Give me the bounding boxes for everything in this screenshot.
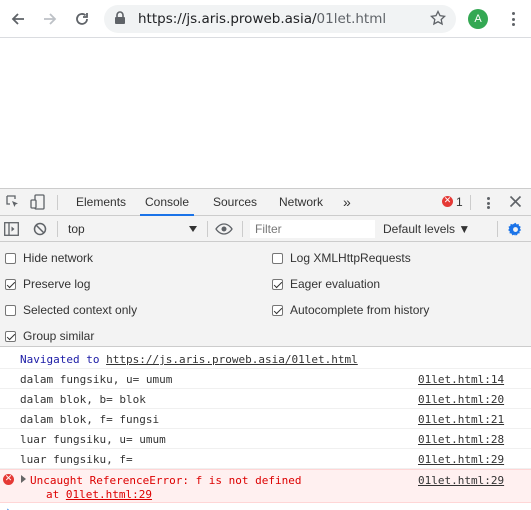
tab-elements[interactable]: Elements [76, 189, 126, 216]
more-tabs-button[interactable]: » [343, 189, 351, 216]
expand-arrow-icon[interactable] [21, 475, 26, 483]
source-link[interactable]: 01let.html:20 [418, 393, 504, 406]
eye-icon[interactable] [215, 223, 233, 238]
preserve-log-option[interactable]: Preserve log [5, 275, 90, 293]
navigated-url-link[interactable]: https://js.aris.proweb.asia/01let.html [106, 353, 358, 366]
group-similar-checkbox[interactable] [5, 330, 16, 342]
menu-icon[interactable] [505, 9, 521, 29]
devtools-tabbar: Elements Console Sources Network » ✕ 1 [0, 189, 531, 216]
hide-network-option[interactable]: Hide network [5, 249, 93, 267]
source-link[interactable]: 01let.html:29 [418, 453, 504, 466]
source-link[interactable]: 01let.html:21 [418, 413, 504, 426]
log-xmlhttp-checkbox[interactable] [272, 252, 283, 264]
back-icon[interactable] [6, 7, 30, 31]
error-count[interactable]: 1 [456, 195, 463, 209]
reload-icon[interactable] [70, 7, 94, 31]
selected-context-option[interactable]: Selected context only [5, 301, 137, 319]
stack-trace-link[interactable]: 01let.html:29 [66, 488, 152, 501]
console-settings: Hide network Preserve log Selected conte… [0, 242, 531, 347]
list-item: dalam blok, b= blok 01let.html:20 [0, 389, 531, 409]
selected-context-checkbox[interactable] [5, 304, 16, 316]
forward-icon[interactable] [38, 7, 62, 31]
hide-network-checkbox[interactable] [5, 252, 16, 264]
source-link[interactable]: 01let.html:28 [418, 433, 504, 446]
avatar[interactable]: A [468, 9, 488, 29]
autocomplete-checkbox[interactable] [272, 304, 283, 316]
autocomplete-option[interactable]: Autocomplete from history [272, 301, 429, 319]
error-icon: ✕ [3, 474, 14, 485]
context-selector[interactable]: top [62, 216, 202, 242]
tab-console[interactable]: Console [140, 189, 194, 216]
tab-sources[interactable]: Sources [213, 189, 257, 216]
eager-eval-option[interactable]: Eager evaluation [272, 275, 380, 293]
devtools-menu-icon[interactable] [485, 195, 491, 211]
group-similar-option[interactable]: Group similar [5, 327, 94, 345]
list-item: luar fungsiku, u= umum 01let.html:28 [0, 429, 531, 449]
console-prompt[interactable]: › [0, 504, 531, 510]
source-link[interactable]: 01let.html:14 [418, 373, 504, 386]
error-message: ✕ Uncaught ReferenceError: f is not defi… [0, 469, 531, 503]
error-count-icon[interactable]: ✕ [442, 196, 453, 207]
log-levels-dropdown[interactable]: Default levels ▼ [383, 222, 470, 236]
close-icon[interactable] [509, 195, 522, 211]
console-toolbar: top Default levels ▼ [0, 216, 531, 242]
star-icon[interactable] [429, 9, 447, 29]
sidebar-toggle-icon[interactable] [4, 222, 19, 239]
source-link[interactable]: 01let.html:29 [418, 474, 504, 487]
browser-toolbar: https://js.aris.proweb.asia/01let.html A [0, 0, 531, 38]
devtools-panel: Elements Console Sources Network » ✕ 1 t… [0, 188, 531, 510]
console-messages: Navigated to https://js.aris.proweb.asia… [0, 348, 531, 510]
filter-input[interactable] [251, 221, 374, 237]
list-item: dalam blok, f= fungsi 01let.html:21 [0, 409, 531, 429]
lock-icon[interactable] [114, 11, 126, 28]
log-xmlhttp-option[interactable]: Log XMLHttpRequests [272, 249, 411, 267]
device-toolbar-icon[interactable] [30, 194, 46, 213]
prompt-caret-icon: › [5, 504, 12, 510]
url-text: https://js.aris.proweb.asia/01let.html [138, 11, 387, 27]
filter-field[interactable] [250, 220, 375, 238]
eager-eval-checkbox[interactable] [272, 278, 283, 290]
gear-icon[interactable] [508, 222, 523, 240]
address-bar[interactable]: https://js.aris.proweb.asia/01let.html [104, 5, 456, 33]
preserve-log-checkbox[interactable] [5, 278, 16, 290]
clear-console-icon[interactable] [33, 222, 47, 239]
inspect-element-icon[interactable] [6, 195, 20, 212]
list-item: dalam fungsiku, u= umum 01let.html:14 [0, 369, 531, 389]
list-item: luar fungsiku, f= 01let.html:29 [0, 449, 531, 469]
chevron-down-icon [189, 226, 197, 232]
navigated-message: Navigated to https://js.aris.proweb.asia… [0, 349, 531, 369]
tab-network[interactable]: Network [279, 189, 323, 216]
